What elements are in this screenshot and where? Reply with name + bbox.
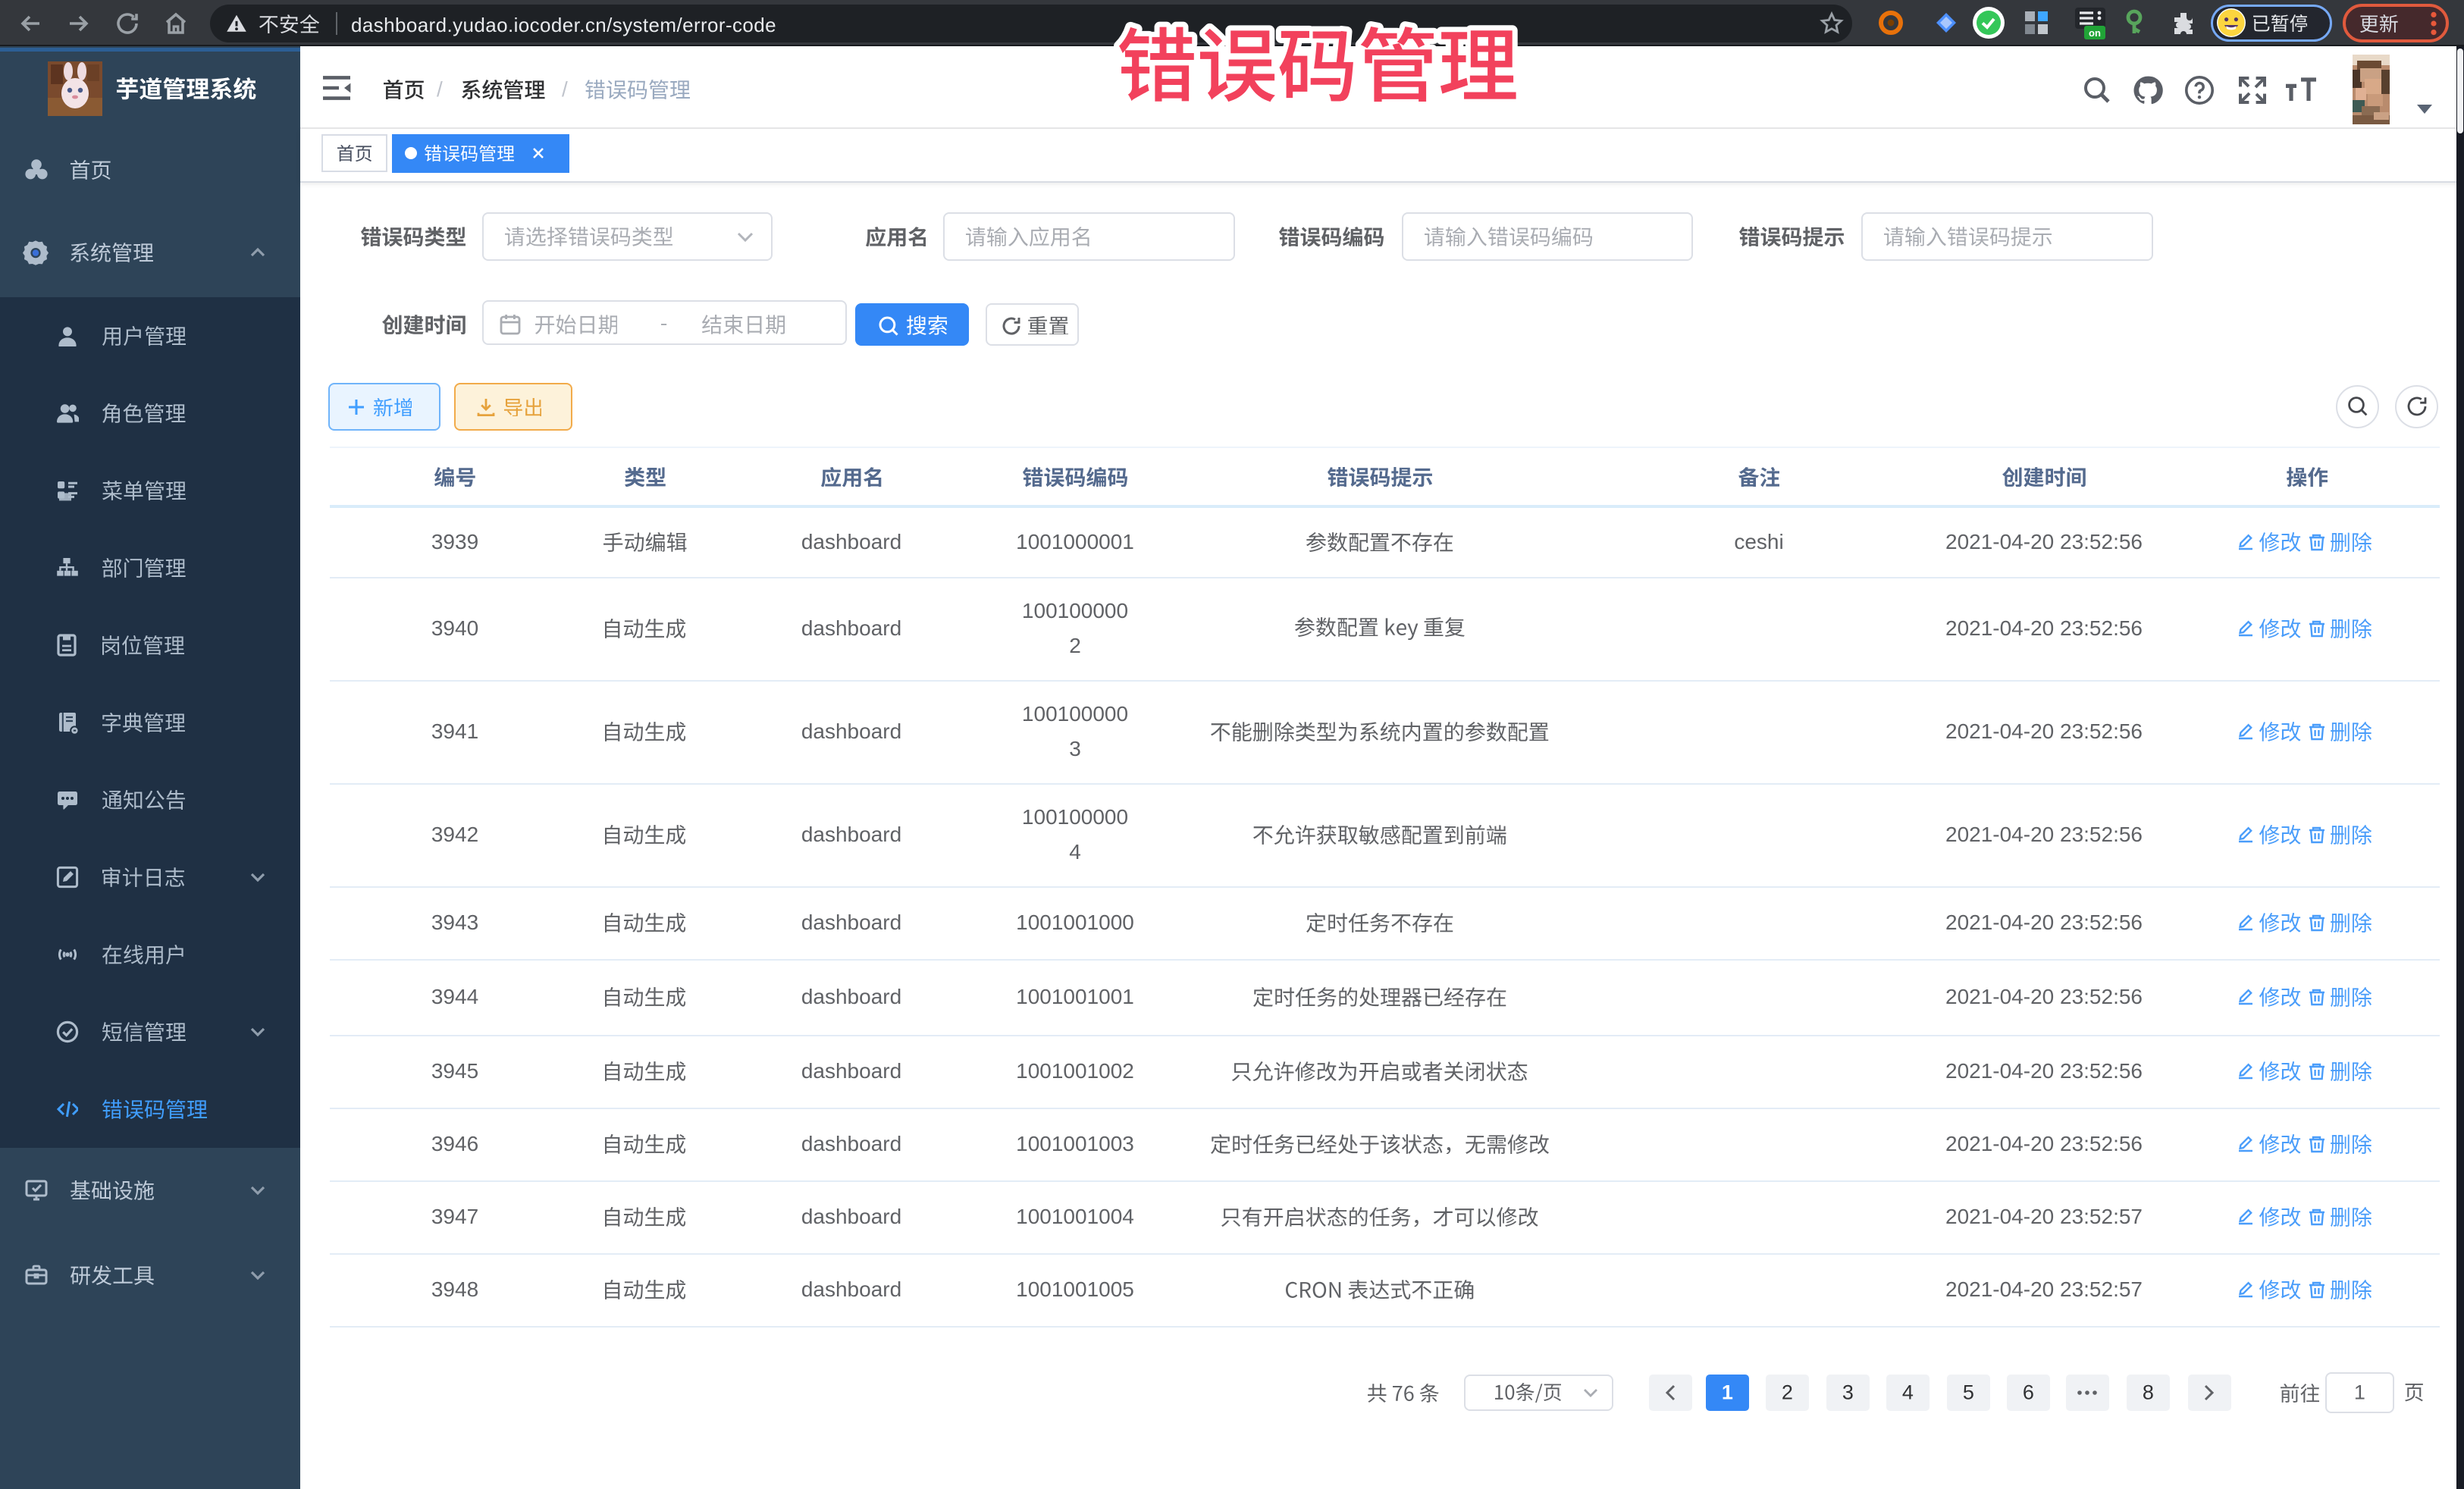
svg-text:on: on xyxy=(2089,27,2101,39)
